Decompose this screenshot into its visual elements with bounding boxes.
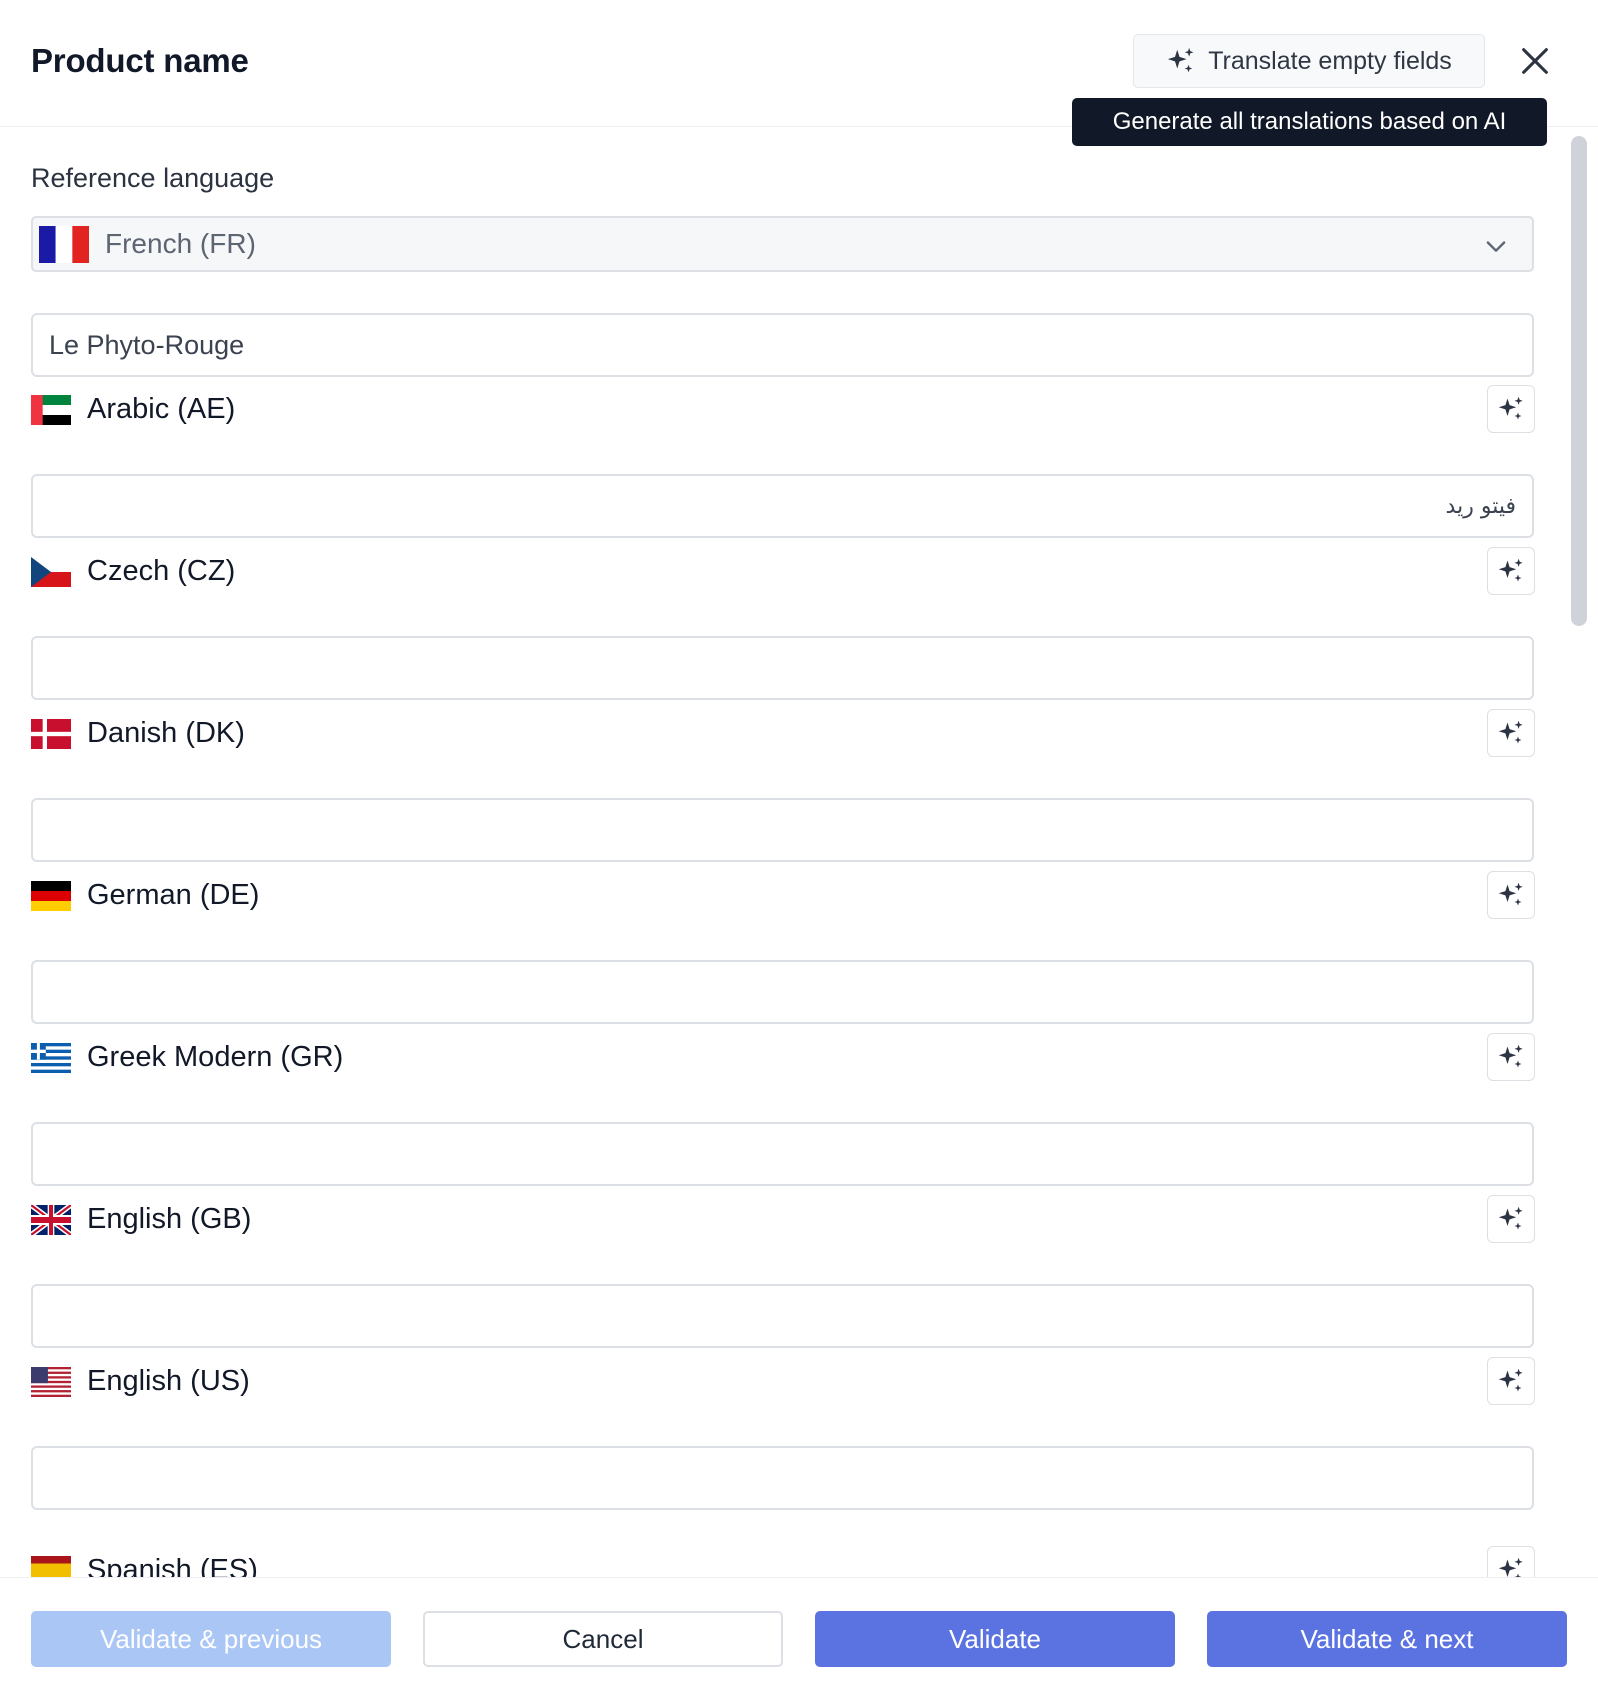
validate-next-button[interactable]: Validate & next	[1207, 1611, 1567, 1667]
translate-ae-button[interactable]	[1487, 385, 1535, 433]
translation-input-us[interactable]	[31, 1446, 1534, 1510]
us-flag-icon	[31, 1366, 71, 1397]
lang-label-gr: Greek Modern (GR)	[31, 1041, 343, 1074]
dk-flag-icon	[31, 718, 71, 749]
translation-input-gb[interactable]	[31, 1284, 1534, 1348]
gb-flag-icon	[31, 1204, 71, 1235]
translate-empty-fields-button[interactable]: Translate empty fields	[1133, 34, 1485, 88]
scrollbar-thumb[interactable]	[1571, 136, 1587, 626]
translate-de-button[interactable]	[1487, 871, 1535, 919]
translation-input-cz[interactable]	[31, 636, 1534, 700]
close-icon[interactable]	[1518, 44, 1552, 78]
translate-es-button[interactable]	[1487, 1546, 1535, 1577]
sparkles-icon	[1168, 47, 1194, 73]
cancel-button[interactable]: Cancel	[423, 1611, 783, 1667]
cz-flag-icon	[31, 556, 71, 587]
lang-label-cz: Czech (CZ)	[31, 555, 235, 588]
translate-gb-button[interactable]	[1487, 1195, 1535, 1243]
lang-name: English (GB)	[87, 1203, 252, 1235]
de-flag-icon	[31, 880, 71, 911]
translate-us-button[interactable]	[1487, 1357, 1535, 1405]
lang-name: Danish (DK)	[87, 717, 245, 749]
ae-flag-icon	[31, 394, 71, 425]
lang-label-de: German (DE)	[31, 879, 259, 912]
translation-input-ae[interactable]	[31, 474, 1534, 538]
lang-name: Spanish (ES)	[87, 1554, 258, 1577]
sparkles-icon	[1498, 720, 1523, 744]
dialog-body: Reference language French (FR) Arabic (A…	[0, 127, 1598, 1577]
lang-label-us: English (US)	[31, 1365, 250, 1398]
sparkles-icon	[1498, 882, 1523, 906]
lang-name: Greek Modern (GR)	[87, 1041, 344, 1073]
dialog-footer: Validate & previous Cancel Validate Vali…	[0, 1577, 1598, 1697]
chevron-down-icon	[1486, 241, 1506, 252]
translation-input-dk[interactable]	[31, 798, 1534, 862]
es-flag-icon	[31, 1555, 71, 1577]
sparkles-icon	[1498, 1557, 1523, 1577]
sparkles-icon	[1498, 558, 1523, 582]
translate-empty-fields-label: Translate empty fields	[1208, 46, 1452, 75]
reference-language-label: Reference language	[31, 163, 275, 193]
lang-label-dk: Danish (DK)	[31, 717, 245, 750]
reference-language-value: French (FR)	[105, 228, 256, 259]
translate-cz-button[interactable]	[1487, 547, 1535, 595]
translation-input-de[interactable]	[31, 960, 1534, 1024]
lang-name: Arabic (AE)	[87, 393, 236, 425]
reference-text-input[interactable]	[31, 313, 1534, 377]
sparkles-icon	[1498, 396, 1523, 420]
lang-name: German (DE)	[87, 879, 260, 911]
validate-button[interactable]: Validate	[815, 1611, 1175, 1667]
fr-flag-icon	[39, 226, 89, 263]
translation-input-gr[interactable]	[31, 1122, 1534, 1186]
translate-dk-button[interactable]	[1487, 709, 1535, 757]
validate-previous-button[interactable]: Validate & previous	[31, 1611, 391, 1667]
translate-gr-button[interactable]	[1487, 1033, 1535, 1081]
reference-language-select[interactable]: French (FR)	[31, 216, 1534, 272]
lang-label-ae: Arabic (AE)	[31, 393, 235, 426]
ai-tooltip: Generate all translations based on AI	[1072, 98, 1547, 146]
lang-name: English (US)	[87, 1365, 250, 1397]
lang-label-gb: English (GB)	[31, 1203, 251, 1236]
lang-label-es: Spanish (ES)	[31, 1554, 258, 1577]
gr-flag-icon	[31, 1042, 71, 1073]
lang-name: Czech (CZ)	[87, 555, 236, 587]
dialog-title: Product name	[31, 42, 249, 79]
sparkles-icon	[1498, 1206, 1523, 1230]
sparkles-icon	[1498, 1368, 1523, 1392]
sparkles-icon	[1498, 1044, 1523, 1068]
